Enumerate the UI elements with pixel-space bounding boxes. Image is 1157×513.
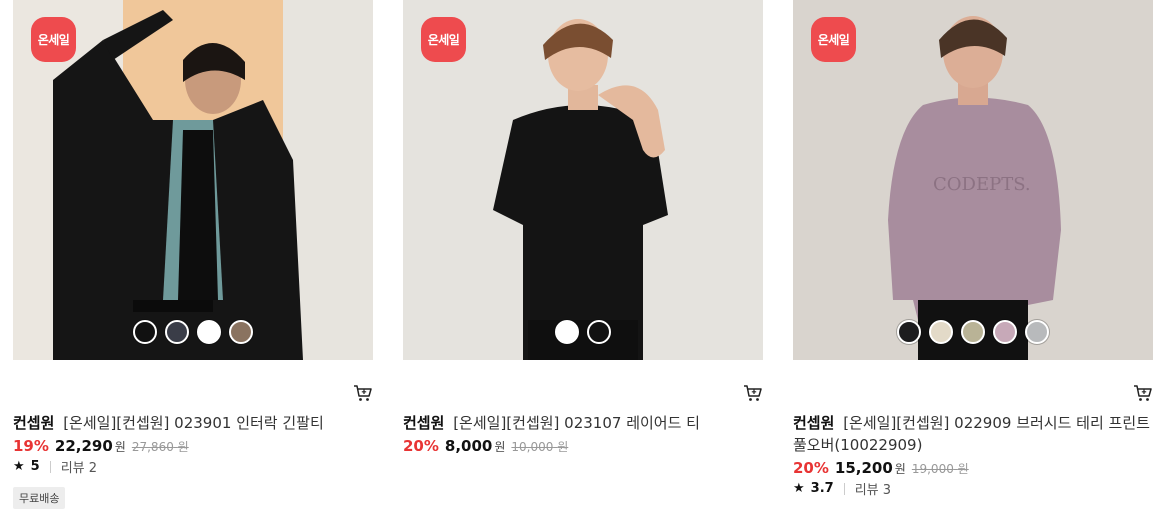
price-row: 20% 8,000 원 10,000 원 (403, 437, 568, 455)
color-swatch-white[interactable] (197, 320, 221, 344)
color-swatch-black[interactable] (587, 320, 611, 344)
currency: 원 (114, 440, 126, 454)
product-image[interactable]: 온세일 (13, 0, 373, 360)
rating-row: ★ 3.7 리뷰 3 (793, 479, 891, 498)
rating-score: 5 (30, 459, 40, 474)
color-swatch-pink[interactable] (993, 320, 1017, 344)
product-card[interactable]: CODEPTS. 온세일 컨셉원 [온세일][컨셉원] 022909 브러시드 … (793, 0, 1153, 498)
currency: 원 (494, 440, 506, 454)
color-swatches (13, 320, 373, 344)
product-name: [온세일][컨셉원] 022909 브러시드 테리 프린트 풀오버(100229… (793, 414, 1150, 454)
product-card[interactable]: 온세일 컨셉원 [온세일][컨셉원] 023107 레이어드 티 20% 8,0… (403, 0, 763, 455)
original-price: 19,000 원 (911, 462, 969, 476)
currency: 원 (894, 462, 906, 476)
product-title[interactable]: 컨셉원 [온세일][컨셉원] 023107 레이어드 티 (403, 412, 763, 434)
discount-rate: 20% (793, 459, 829, 477)
rating-row: ★ 5 리뷰 2 (13, 457, 97, 476)
color-swatch-khaki[interactable] (961, 320, 985, 344)
color-swatch-white[interactable] (555, 320, 579, 344)
color-swatches (793, 320, 1153, 344)
color-swatch-brown[interactable] (229, 320, 253, 344)
cart-icon[interactable] (353, 384, 373, 402)
sale-price: 8,000 (444, 437, 493, 455)
review-count[interactable]: 리뷰 3 (855, 479, 891, 498)
onsale-badge: 온세일 (421, 17, 466, 62)
brand-name: 컨셉원 (793, 414, 835, 432)
price-row: 19% 22,290 원 27,860 원 (13, 437, 189, 455)
product-card[interactable]: 온세일 컨셉원 [온세일][컨셉원] 023901 인터락 긴팔티 19% 22… (13, 0, 373, 509)
product-name: [온세일][컨셉원] 023107 레이어드 티 (453, 414, 700, 432)
cart-icon[interactable] (1133, 384, 1153, 402)
color-swatch-black[interactable] (897, 320, 921, 344)
cart-icon[interactable] (743, 384, 763, 402)
sale-price: 22,290 (54, 437, 113, 455)
color-swatch-black[interactable] (133, 320, 157, 344)
product-image[interactable]: CODEPTS. 온세일 (793, 0, 1153, 360)
svg-text:CODEPTS.: CODEPTS. (933, 174, 1031, 195)
divider (843, 482, 845, 495)
onsale-badge: 온세일 (31, 17, 76, 62)
original-price: 10,000 원 (511, 440, 569, 454)
review-count[interactable]: 리뷰 2 (61, 457, 97, 476)
star-icon: ★ (13, 459, 25, 474)
free-shipping-tag: 무료배송 (13, 487, 66, 509)
discount-rate: 19% (13, 437, 49, 455)
star-icon: ★ (793, 481, 805, 496)
brand-name: 컨셉원 (13, 414, 55, 432)
product-name: [온세일][컨셉원] 023901 인터락 긴팔티 (63, 414, 324, 432)
color-swatch-navy[interactable] (165, 320, 189, 344)
color-swatch-gray[interactable] (1025, 320, 1049, 344)
color-swatches (403, 320, 763, 344)
onsale-badge: 온세일 (811, 17, 856, 62)
brand-name: 컨셉원 (403, 414, 445, 432)
original-price: 27,860 원 (131, 440, 189, 454)
price-row: 20% 15,200 원 19,000 원 (793, 459, 969, 477)
divider (49, 460, 51, 473)
product-image[interactable]: 온세일 (403, 0, 763, 360)
sale-price: 15,200 (834, 459, 893, 477)
product-title[interactable]: 컨셉원 [온세일][컨셉원] 022909 브러시드 테리 프린트 풀오버(10… (793, 412, 1153, 456)
product-title[interactable]: 컨셉원 [온세일][컨셉원] 023901 인터락 긴팔티 (13, 412, 373, 434)
color-swatch-cream[interactable] (929, 320, 953, 344)
rating-score: 3.7 (810, 481, 834, 496)
discount-rate: 20% (403, 437, 439, 455)
